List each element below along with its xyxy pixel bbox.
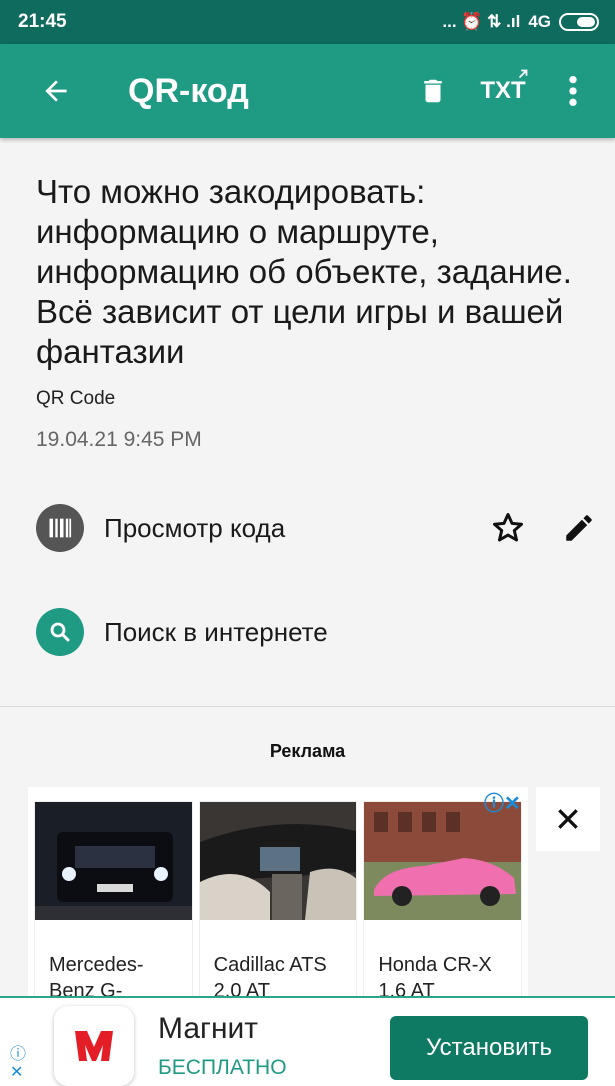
- view-code-row[interactable]: Просмотр кода: [36, 504, 596, 552]
- back-button[interactable]: [26, 61, 86, 121]
- more-vert-icon: [569, 75, 577, 107]
- app-bar: QR-код TXT: [0, 44, 615, 138]
- ad-card[interactable]: Mercedes-Benz G-: [34, 801, 193, 1017]
- install-button[interactable]: Установить: [390, 1016, 588, 1080]
- ad-card[interactable]: Cadillac ATS 2.0 AT: [198, 801, 358, 1017]
- search-icon: [36, 608, 84, 656]
- network-type: 4G: [528, 12, 551, 31]
- arrow-back-icon: [45, 80, 67, 102]
- ad-choices-icon[interactable]: ⓘ✕: [484, 787, 521, 816]
- search-web-row[interactable]: Поиск в интернете: [36, 608, 596, 656]
- ad-close-button[interactable]: [536, 787, 600, 851]
- trash-icon: [424, 79, 442, 103]
- qr-content-text: Что можно закодировать: информацию о мар…: [36, 173, 572, 370]
- pink-coupe-photo: [364, 802, 522, 920]
- search-web-label: Поиск в интернете: [104, 616, 328, 647]
- ad-carousel[interactable]: Mercedes-Benz G- Cadillac ATS 2.0 AT Hon…: [28, 787, 528, 1017]
- battery-icon: [559, 13, 599, 31]
- ad-card[interactable]: Honda CR-X 1.6 AT: [363, 801, 523, 1017]
- qr-type-label: QR Code: [36, 388, 116, 409]
- magnit-logo: M: [54, 1006, 134, 1086]
- ad-section: Реклама Mercedes-Benz G- Cadillac ATS 2.…: [0, 706, 615, 1017]
- barcode-icon: [36, 504, 84, 552]
- star-icon[interactable]: [490, 510, 526, 546]
- status-time: 21:45: [18, 11, 67, 32]
- status-indicators: ... ⏰ ⇅ .ıl 4G: [442, 12, 599, 32]
- close-icon: [558, 809, 578, 829]
- black-suv-photo: [35, 802, 192, 920]
- ad-header: Реклама: [269, 741, 346, 761]
- qr-date: 19.04.21 9:45 PM: [36, 428, 202, 451]
- more-options-button[interactable]: [543, 61, 603, 121]
- view-code-label: Просмотр кода: [104, 512, 286, 543]
- banner-app-name: Магнит: [158, 1012, 259, 1045]
- delete-button[interactable]: [403, 61, 463, 121]
- banner-price: БЕСПЛАТНО: [158, 1056, 287, 1079]
- page-title: QR-код: [128, 71, 249, 110]
- car-interior-photo: [199, 802, 357, 920]
- status-icons: ... ⏰ ⇅ .ıl: [442, 12, 521, 31]
- txt-export-icon: TXT: [480, 69, 528, 105]
- ad-info-icon[interactable]: ⓘ ✕: [10, 1046, 26, 1082]
- status-bar: 21:45 ... ⏰ ⇅ .ıl 4G: [0, 0, 615, 44]
- export-txt-button[interactable]: TXT: [473, 61, 533, 121]
- edit-icon[interactable]: [562, 511, 596, 545]
- banner-ad[interactable]: ⓘ✕ M Магнит БЕСПЛАТНО Установить: [0, 996, 615, 1086]
